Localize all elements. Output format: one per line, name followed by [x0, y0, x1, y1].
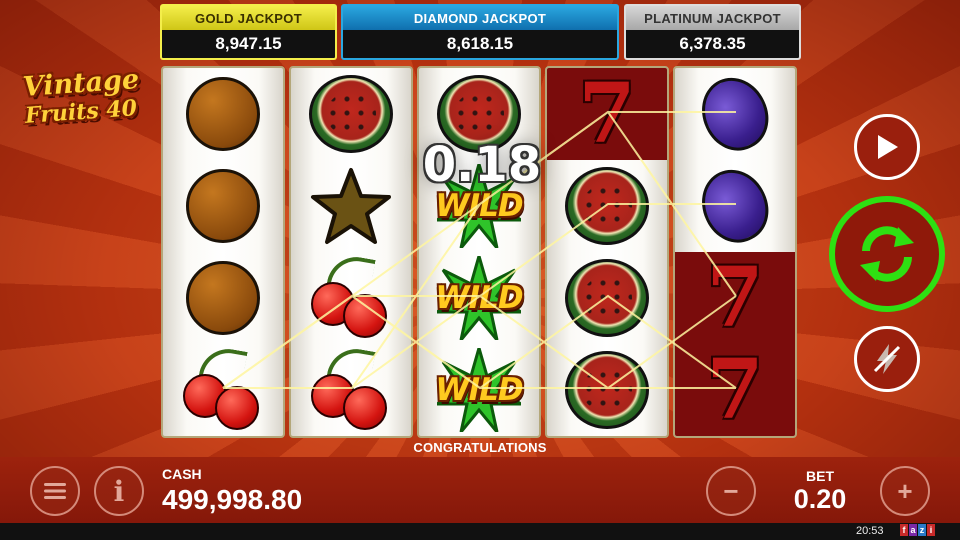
spin-button[interactable]: [829, 196, 945, 312]
reel-1-symbol-1: [163, 68, 283, 160]
hamburger-icon: [44, 483, 66, 499]
cherries-icon: [309, 252, 393, 340]
reel-5-symbol-2: [675, 158, 795, 254]
info-icon: i: [113, 474, 125, 508]
reel-4-symbol-4: [547, 344, 667, 436]
increase-bet-button[interactable]: +: [880, 466, 930, 516]
reel-1: [161, 66, 285, 438]
wild-label: WILD: [435, 372, 523, 408]
wild-label: WILD: [435, 188, 523, 224]
wild-label: WILD: [435, 280, 523, 316]
reel-5: 7 7: [673, 66, 797, 438]
refresh-icon: [860, 226, 914, 282]
win-amount: 0.18: [422, 137, 542, 193]
platinum-jackpot-label: PLATINUM JACKPOT: [624, 4, 801, 30]
reel-3-symbol-4: WILD: [419, 344, 539, 436]
orange-icon: [186, 77, 260, 151]
reel-5-symbol-4: 7: [675, 344, 795, 436]
diamond-jackpot-value: 8,618.15: [341, 30, 619, 60]
plum-icon: [690, 68, 780, 162]
plus-icon: +: [897, 475, 913, 506]
gold-jackpot-value: 8,947.15: [160, 30, 337, 60]
reel-1-symbol-4: [163, 344, 283, 436]
gold-jackpot: GOLD JACKPOT 8,947.15: [160, 4, 337, 62]
game-logo: Vintage Fruits 40: [6, 64, 156, 129]
play-icon: [878, 135, 898, 159]
decrease-bet-button[interactable]: −: [706, 466, 756, 516]
reel-2-symbol-1: [291, 68, 411, 160]
turbo-button[interactable]: [854, 326, 920, 392]
autoplay-button[interactable]: [854, 114, 920, 180]
cash-value: 499,998.80: [162, 484, 303, 515]
reel-4-symbol-1: 7: [547, 68, 667, 160]
plum-icon: [690, 158, 780, 254]
info-button[interactable]: i: [94, 466, 144, 516]
reel-2-symbol-2: [291, 160, 411, 252]
clock: 20:53: [856, 525, 884, 537]
watermelon-icon: [565, 259, 649, 337]
reel-5-symbol-1: [675, 68, 795, 162]
diamond-jackpot: DIAMOND JACKPOT 8,618.15: [341, 4, 619, 62]
orange-icon: [186, 261, 260, 335]
reel-1-symbol-2: [163, 160, 283, 252]
reel-4-symbol-2: [547, 160, 667, 252]
congratulations-message: CONGRATULATIONS: [413, 440, 547, 455]
watermelon-icon: [565, 167, 649, 245]
lightning-off-icon: [873, 344, 901, 374]
reel-5-symbol-3: 7: [675, 252, 795, 344]
cherries-icon: [181, 344, 265, 432]
cash-label: CASH: [162, 466, 202, 482]
reel-1-symbol-3: [163, 252, 283, 344]
brand-logo: f a z i: [900, 524, 935, 536]
wild-icon: WILD: [423, 346, 535, 434]
reel-4-symbol-3: [547, 252, 667, 344]
minus-icon: −: [723, 475, 739, 506]
star-icon: [311, 168, 391, 244]
reel-2-symbol-4: [291, 344, 411, 436]
cherries-icon: [309, 344, 393, 432]
bet-label: BET: [806, 468, 834, 484]
reel-4: 7: [545, 66, 669, 438]
wild-icon: WILD: [423, 254, 535, 342]
gold-jackpot-label: GOLD JACKPOT: [160, 4, 337, 30]
platinum-jackpot-value: 6,378.35: [624, 30, 801, 60]
menu-button[interactable]: [30, 466, 80, 516]
seven-icon: 7: [706, 342, 764, 438]
status-bar: [0, 523, 960, 540]
seven-icon: 7: [578, 66, 636, 162]
watermelon-icon: [309, 75, 393, 153]
reel-2: [289, 66, 413, 438]
platinum-jackpot: PLATINUM JACKPOT 6,378.35: [624, 4, 801, 62]
reel-2-symbol-3: [291, 252, 411, 344]
watermelon-icon: [565, 351, 649, 429]
bet-value: 0.20: [793, 484, 847, 514]
orange-icon: [186, 169, 260, 243]
reel-3: WILD WILD WILD: [417, 66, 541, 438]
seven-icon: 7: [706, 250, 764, 346]
reel-3-symbol-3: WILD: [419, 252, 539, 344]
diamond-jackpot-label: DIAMOND JACKPOT: [341, 4, 619, 30]
